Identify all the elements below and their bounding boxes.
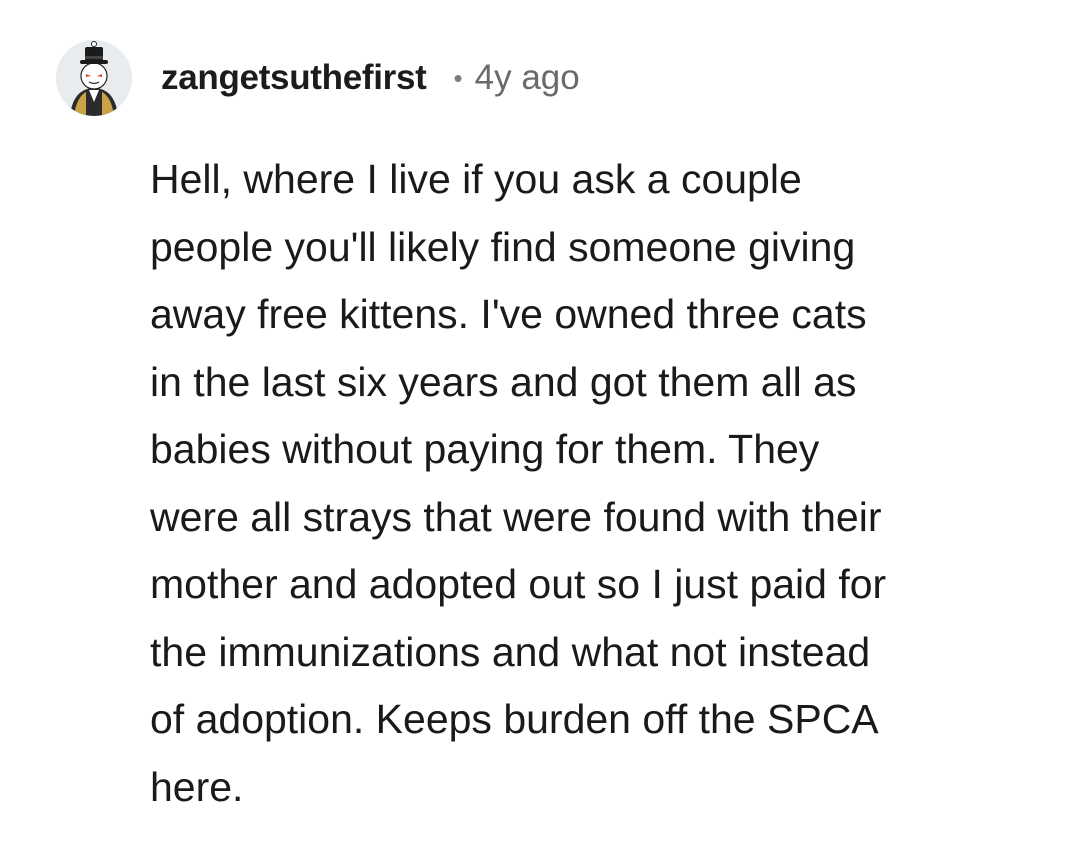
author-username[interactable]: zangetsuthefirst xyxy=(161,58,427,98)
avatar-image xyxy=(56,40,132,116)
comment-age: 4y ago xyxy=(474,58,580,97)
user-avatar-icon[interactable] xyxy=(56,40,132,116)
comment-body: Hell, where I live if you ask a couple p… xyxy=(150,146,1030,821)
comment-header: zangetsuthefirst • 4y ago xyxy=(56,38,580,118)
comment-body-line: the immunizations and what not instead xyxy=(150,628,871,675)
comment-body-line: Hell, where I live if you ask a couple xyxy=(150,156,802,202)
separator-dot: • xyxy=(453,62,463,93)
comment-body-line: mother and adopted out so I just paid fo… xyxy=(150,561,887,607)
comment: zangetsuthefirst • 4y ago Hell, where I … xyxy=(0,0,1079,849)
comment-body-line: in the last six years and got them all a… xyxy=(150,358,857,405)
comment-body-line: were all strays that were found with the… xyxy=(150,493,882,540)
comment-body-line: away free kittens. I've owned three cats xyxy=(150,291,867,337)
comment-body-line: of adoption. Keeps burden off the SPCA xyxy=(150,696,879,742)
comment-body-line: people you'll likely find someone giving xyxy=(150,223,856,270)
comment-body-line: babies without paying for them. They xyxy=(150,426,820,472)
comment-body-line: here. xyxy=(150,763,244,810)
